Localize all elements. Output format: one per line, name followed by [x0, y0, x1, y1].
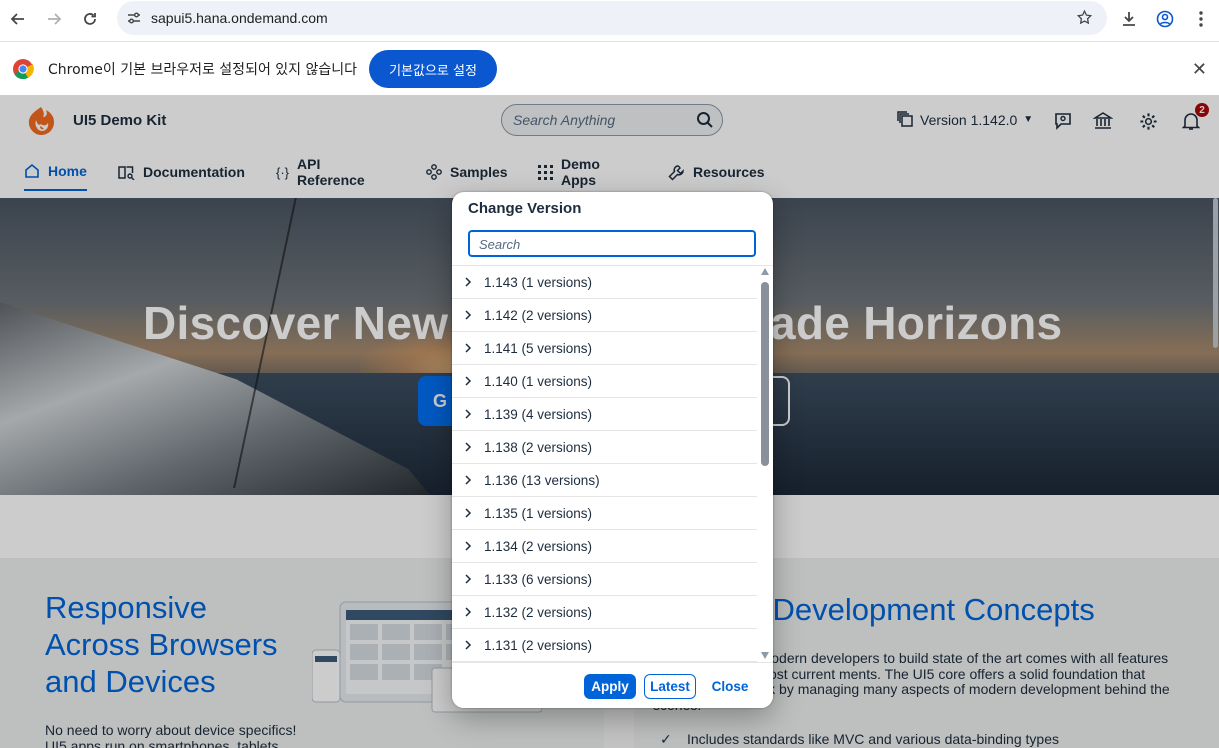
- infobar-message: Chrome이 기본 브라우저로 설정되어 있지 않습니다: [48, 61, 358, 78]
- version-list-scrollbar[interactable]: [758, 266, 773, 662]
- scroll-down-arrow-icon[interactable]: [761, 652, 769, 659]
- page-viewport: UI5 Demo Kit Search Anything Version 1.1…: [0, 95, 1219, 748]
- version-group-row[interactable]: 1.139 (4 versions): [452, 398, 757, 431]
- version-group-row[interactable]: 1.133 (6 versions): [452, 563, 757, 596]
- chevron-right-icon[interactable]: [452, 409, 484, 419]
- version-group-label: 1.134 (2 versions): [484, 538, 593, 554]
- download-icon: [1123, 11, 1135, 26]
- version-group-label: 1.143 (1 versions): [484, 274, 593, 290]
- profile-button[interactable]: [1147, 1, 1183, 37]
- latest-button[interactable]: Latest: [644, 674, 696, 699]
- chevron-right-icon[interactable]: [452, 310, 484, 320]
- reload-button[interactable]: [72, 1, 108, 37]
- back-button[interactable]: [0, 1, 36, 37]
- scroll-up-arrow-icon[interactable]: [761, 268, 769, 275]
- kebab-menu-icon: [1199, 10, 1203, 27]
- chevron-right-icon[interactable]: [452, 343, 484, 353]
- chevron-right-icon[interactable]: [452, 508, 484, 518]
- chevron-right-icon[interactable]: [452, 376, 484, 386]
- chevron-right-icon[interactable]: [452, 277, 484, 287]
- chevron-right-icon[interactable]: [452, 607, 484, 617]
- forward-button[interactable]: [36, 1, 72, 37]
- version-group-row[interactable]: 1.140 (1 versions): [452, 365, 757, 398]
- apply-button[interactable]: Apply: [584, 674, 636, 699]
- version-group-label: 1.132 (2 versions): [484, 604, 593, 620]
- profile-icon: [1156, 10, 1174, 27]
- arrow-left-icon: [10, 12, 24, 25]
- bookmark-star-icon[interactable]: [1076, 9, 1093, 31]
- chevron-right-icon[interactable]: [452, 475, 484, 485]
- version-group-label: 1.142 (2 versions): [484, 307, 593, 323]
- change-version-dialog: Change Version Search 1.143 (1 versions)…: [452, 192, 773, 708]
- version-group-row[interactable]: 1.138 (2 versions): [452, 431, 757, 464]
- arrow-right-icon: [48, 12, 62, 25]
- version-group-row[interactable]: 1.143 (1 versions): [452, 266, 757, 299]
- version-group-label: 1.133 (6 versions): [484, 571, 593, 587]
- scrollbar-thumb[interactable]: [761, 282, 769, 466]
- version-search-input[interactable]: Search: [468, 230, 756, 257]
- version-group-row[interactable]: 1.136 (13 versions): [452, 464, 757, 497]
- version-group-label: 1.136 (13 versions): [484, 472, 600, 488]
- site-info-icon[interactable]: [117, 10, 151, 26]
- dialog-footer: Apply Latest Close: [452, 662, 773, 708]
- version-group-label: 1.135 (1 versions): [484, 505, 593, 521]
- chrome-logo-icon: [13, 58, 34, 79]
- address-bar[interactable]: sapui5.hana.ondemand.com: [117, 1, 1107, 35]
- reload-icon: [84, 12, 96, 25]
- version-group-row[interactable]: 1.132 (2 versions): [452, 596, 757, 629]
- version-group-row[interactable]: 1.131 (2 versions): [452, 629, 757, 662]
- version-group-label: 1.131 (2 versions): [484, 637, 593, 653]
- chevron-right-icon[interactable]: [452, 640, 484, 650]
- version-group-row[interactable]: 1.141 (5 versions): [452, 332, 757, 365]
- version-group-label: 1.138 (2 versions): [484, 439, 593, 455]
- chrome-menu-button[interactable]: [1183, 1, 1219, 37]
- chevron-right-icon[interactable]: [452, 541, 484, 551]
- version-group-row[interactable]: 1.142 (2 versions): [452, 299, 757, 332]
- version-group-row[interactable]: 1.134 (2 versions): [452, 530, 757, 563]
- chevron-right-icon[interactable]: [452, 574, 484, 584]
- close-button[interactable]: Close: [704, 674, 756, 699]
- browser-toolbar: sapui5.hana.ondemand.com: [0, 0, 1219, 37]
- page-scrollbar-thumb[interactable]: [1213, 198, 1218, 348]
- version-group-label: 1.141 (5 versions): [484, 340, 593, 356]
- download-button[interactable]: [1111, 1, 1147, 37]
- set-default-button[interactable]: 기본값으로 설정: [369, 50, 497, 88]
- chevron-right-icon[interactable]: [452, 442, 484, 452]
- default-browser-infobar: Chrome이 기본 브라우저로 설정되어 있지 않습니다 기본값으로 설정 ✕: [0, 41, 1219, 95]
- page-scrollbar[interactable]: [1212, 198, 1219, 748]
- version-group-label: 1.140 (1 versions): [484, 373, 593, 389]
- version-list: 1.143 (1 versions) 1.142 (2 versions) 1.14…: [452, 266, 757, 662]
- version-group-label: 1.139 (4 versions): [484, 406, 593, 422]
- url-text[interactable]: sapui5.hana.ondemand.com: [151, 10, 328, 26]
- infobar-close-icon[interactable]: ✕: [1192, 59, 1207, 80]
- version-group-row[interactable]: 1.135 (1 versions): [452, 497, 757, 530]
- dialog-title: Change Version: [468, 200, 582, 217]
